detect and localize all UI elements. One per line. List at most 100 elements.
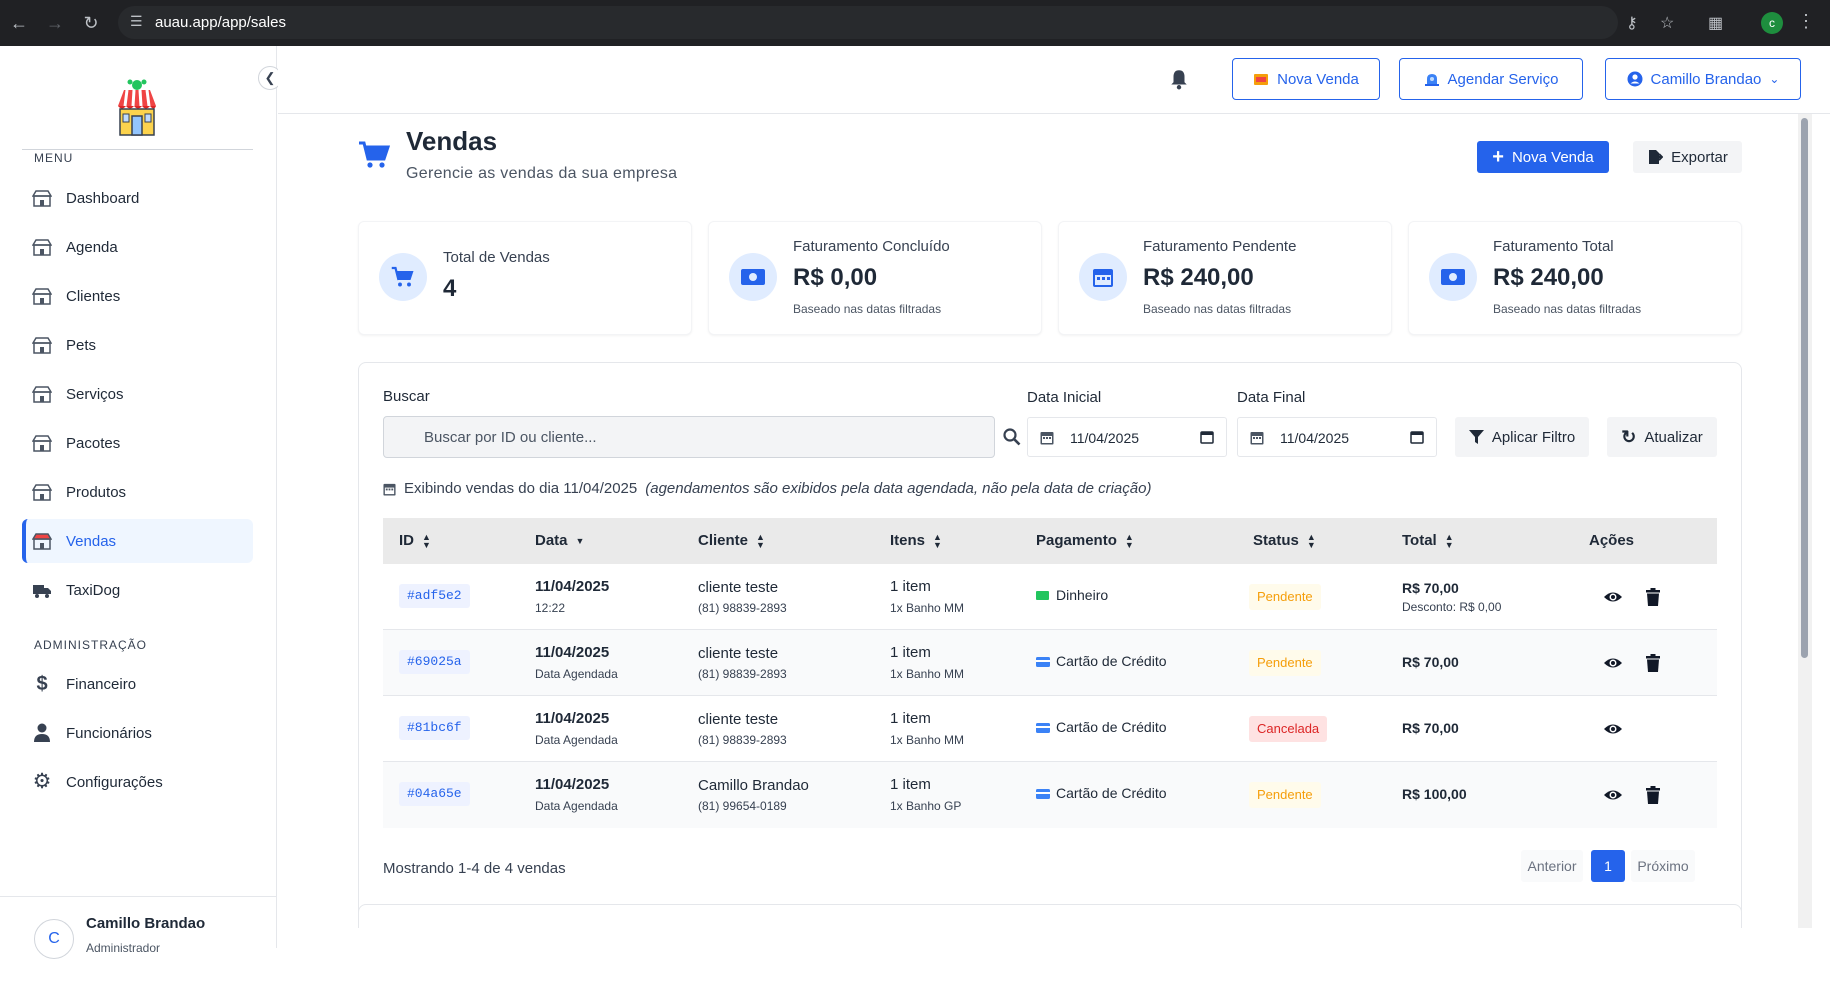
export-button[interactable]: Exportar bbox=[1633, 141, 1742, 173]
items-count: 1 item bbox=[890, 578, 931, 595]
payment-method: Cartão de Crédito bbox=[1056, 719, 1167, 735]
date-picker-icon[interactable] bbox=[1410, 430, 1424, 447]
browser-profile-avatar[interactable]: c bbox=[1761, 12, 1783, 34]
trash-icon[interactable] bbox=[1643, 653, 1663, 673]
truck-icon bbox=[33, 585, 51, 598]
column-header-data[interactable]: Data ▼ bbox=[535, 532, 584, 549]
payment-method: Cartão de Crédito bbox=[1056, 653, 1167, 669]
column-header-total[interactable]: Total ▲ ▼ bbox=[1402, 532, 1454, 549]
column-header-status[interactable]: Status ▲ ▼ bbox=[1253, 532, 1316, 549]
key-icon[interactable]: ⚷ bbox=[1626, 13, 1638, 33]
new-sale-button[interactable]: + Nova Venda bbox=[1477, 141, 1609, 173]
sidebar: MENU Dashboard Agenda Clientes Pets Serv… bbox=[0, 46, 277, 959]
view-eye-icon[interactable] bbox=[1603, 785, 1623, 805]
pagination-prev-button[interactable]: Anterior bbox=[1521, 850, 1583, 882]
trash-icon[interactable] bbox=[1643, 587, 1663, 607]
star-icon[interactable]: ☆ bbox=[1660, 13, 1674, 33]
search-input[interactable] bbox=[383, 416, 995, 458]
user-name: Camillo Brandao bbox=[86, 915, 206, 932]
sale-id-link[interactable]: #69025a bbox=[399, 650, 470, 674]
sale-total: R$ 70,00 bbox=[1402, 654, 1459, 670]
agendar-servico-button[interactable]: Agendar Serviço bbox=[1399, 58, 1583, 100]
user-profile[interactable]: C Camillo Brandao Administrador bbox=[0, 896, 277, 994]
credit-card-icon bbox=[1036, 789, 1050, 799]
money-bill-icon bbox=[1429, 253, 1477, 301]
sale-total: R$ 70,00 bbox=[1402, 580, 1459, 596]
user-menu-button[interactable]: Camillo Brandao ⌄ bbox=[1605, 58, 1801, 100]
sidebar-item-produtos[interactable]: Produtos bbox=[22, 470, 253, 514]
reload-icon[interactable]: ↻ bbox=[80, 12, 102, 34]
cash-icon bbox=[1036, 591, 1049, 600]
sidebar-item-servicos[interactable]: Serviços bbox=[22, 372, 253, 416]
sidebar-item-clientes[interactable]: Clientes bbox=[22, 274, 253, 318]
sidebar-item-funcionarios[interactable]: Funcionários bbox=[22, 711, 253, 755]
stat-label: Faturamento Concluído bbox=[793, 238, 950, 255]
client-name: cliente teste bbox=[698, 579, 779, 596]
sale-id-link[interactable]: #04a65e bbox=[399, 782, 470, 806]
end-date-input[interactable]: 11/04/2025 bbox=[1237, 417, 1437, 457]
sidebar-item-pets[interactable]: Pets bbox=[22, 323, 253, 367]
sort-icon: ▲ ▼ bbox=[1306, 531, 1316, 550]
extensions-icon[interactable]: ▦ bbox=[1708, 13, 1723, 33]
browser-menu-icon[interactable]: ⋮ bbox=[1797, 11, 1815, 32]
trash-icon[interactable] bbox=[1643, 785, 1663, 805]
search-icon[interactable] bbox=[1003, 428, 1021, 446]
sale-date-sub: Data Agendada bbox=[535, 667, 618, 681]
calendar-icon bbox=[383, 483, 396, 495]
filter-info-note: (agendamentos são exibidos pela data age… bbox=[645, 480, 1152, 497]
view-eye-icon[interactable] bbox=[1603, 587, 1623, 607]
top-bar: Nova Venda Agendar Serviço Camillo Brand… bbox=[278, 46, 1830, 114]
sidebar-item-dashboard[interactable]: Dashboard bbox=[22, 176, 253, 220]
column-header-cliente[interactable]: Cliente ▲ ▼ bbox=[698, 532, 765, 549]
site-settings-icon[interactable]: ☰ bbox=[130, 13, 143, 30]
pagination-page-button[interactable]: 1 bbox=[1591, 850, 1625, 882]
column-header-pagamento[interactable]: Pagamento ▲ ▼ bbox=[1036, 532, 1134, 549]
sidebar-item-financeiro[interactable]: $ Financeiro bbox=[22, 662, 253, 706]
user-circle-icon bbox=[1627, 71, 1643, 87]
filter-info: Exibindo vendas do dia 11/04/2025 (agend… bbox=[383, 480, 1151, 497]
sale-date: 11/04/2025 bbox=[535, 644, 610, 661]
forward-icon[interactable]: → bbox=[44, 12, 66, 34]
page-scrollbar[interactable] bbox=[1798, 114, 1812, 928]
address-bar[interactable]: ☰ auau.app/app/sales bbox=[118, 6, 1618, 39]
sales-table: ID ▲ ▼ Data ▼ Cliente ▲ ▼ Itens ▲ ▼ Pagamento ▲ ▼… bbox=[383, 518, 1717, 828]
sale-date: 11/04/2025 bbox=[535, 776, 610, 793]
scrollbar-thumb[interactable] bbox=[1801, 118, 1808, 658]
nova-venda-top-button[interactable]: Nova Venda bbox=[1232, 58, 1380, 100]
sidebar-item-pacotes[interactable]: Pacotes bbox=[22, 421, 253, 465]
main-content: Vendas Gerencie as vendas da sua empresa… bbox=[278, 114, 1812, 928]
credit-card-icon bbox=[1036, 723, 1050, 733]
sidebar-item-taxidog[interactable]: TaxiDog bbox=[22, 568, 253, 612]
sale-date-sub: 12:22 bbox=[535, 601, 566, 615]
plus-icon: + bbox=[1492, 146, 1504, 168]
sidebar-item-label: Serviços bbox=[66, 385, 124, 403]
sidebar-item-vendas[interactable]: Vendas bbox=[22, 519, 253, 563]
sidebar-item-label: Funcionários bbox=[66, 724, 152, 742]
shop-icon bbox=[1254, 74, 1269, 85]
sale-id-link[interactable]: #81bc6f bbox=[399, 716, 470, 740]
date-picker-icon[interactable] bbox=[1200, 430, 1214, 447]
back-icon[interactable]: ← bbox=[8, 12, 30, 34]
client-name: cliente teste bbox=[698, 645, 779, 662]
view-eye-icon[interactable] bbox=[1603, 719, 1623, 739]
client-phone: (81) 98839-2893 bbox=[698, 667, 787, 681]
start-date-input[interactable]: 11/04/2025 bbox=[1027, 417, 1227, 457]
sidebar-item-configuracoes[interactable]: ⚙ Configurações bbox=[22, 760, 253, 804]
stat-card-faturamento-pendente: Faturamento Pendente R$ 240,00 Baseado n… bbox=[1058, 221, 1392, 335]
apply-filter-button[interactable]: Aplicar Filtro bbox=[1455, 417, 1589, 457]
user-tie-icon bbox=[34, 723, 50, 742]
sale-id-link[interactable]: #adf5e2 bbox=[399, 584, 470, 608]
column-header-itens[interactable]: Itens ▲ ▼ bbox=[890, 532, 942, 549]
sale-total: R$ 70,00 bbox=[1402, 720, 1459, 736]
button-label: Exportar bbox=[1671, 148, 1728, 166]
view-eye-icon[interactable] bbox=[1603, 653, 1623, 673]
end-date-label: Data Final bbox=[1237, 389, 1306, 406]
bell-icon[interactable] bbox=[1168, 68, 1190, 90]
refresh-button[interactable]: ↻ Atualizar bbox=[1607, 417, 1717, 457]
sidebar-item-label: Configurações bbox=[66, 773, 163, 791]
column-header-id[interactable]: ID ▲ ▼ bbox=[399, 532, 431, 549]
store-icon bbox=[32, 386, 52, 403]
sidebar-item-agenda[interactable]: Agenda bbox=[22, 225, 253, 269]
pagination-next-button[interactable]: Próximo bbox=[1631, 850, 1695, 882]
calendar-icon bbox=[1040, 430, 1054, 448]
